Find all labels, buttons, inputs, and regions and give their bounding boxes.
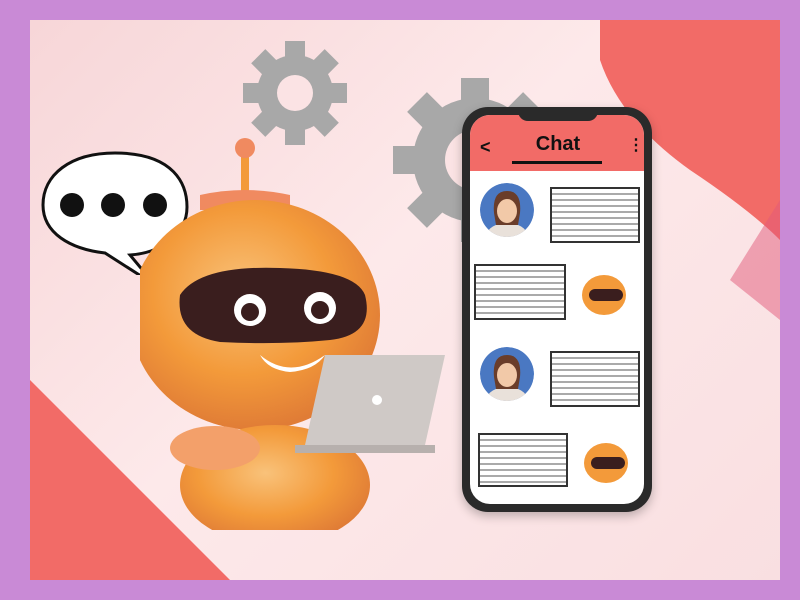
chat-screen: < Chat ⋮ xyxy=(470,115,644,504)
chat-title: Chat xyxy=(535,133,581,155)
back-button[interactable]: < xyxy=(480,137,491,158)
robot-icon xyxy=(140,138,380,530)
robot-avatar-icon xyxy=(576,435,630,489)
menu-button[interactable]: ⋮ xyxy=(628,135,644,155)
message-bubble xyxy=(550,351,640,407)
title-underline xyxy=(512,161,602,164)
robot-avatar-icon xyxy=(574,267,628,321)
chat-header: < Chat ⋮ xyxy=(470,115,644,171)
illustration-frame xyxy=(30,20,780,580)
person-avatar-icon xyxy=(480,183,534,237)
message-bubble xyxy=(474,264,566,320)
message-bubble xyxy=(550,187,640,243)
message-bubble xyxy=(478,433,568,487)
laptop-icon xyxy=(295,355,445,453)
phone-notch xyxy=(518,107,598,121)
person-avatar-icon xyxy=(480,347,534,401)
